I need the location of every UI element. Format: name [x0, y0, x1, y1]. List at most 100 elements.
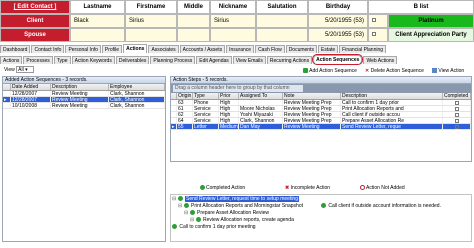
subtab-planning-process[interactable]: Planning Process — [150, 56, 196, 64]
spouse-label: Spouse — [0, 28, 70, 42]
legend-completed: Completed Action — [200, 184, 245, 192]
col-assigned-to[interactable]: Assigned To — [239, 93, 283, 99]
subtab-action-sequences[interactable]: Action Sequences — [312, 54, 364, 65]
x-icon: ✖ — [285, 185, 290, 191]
tree-node[interactable]: Call client if outside account informati… — [321, 203, 441, 210]
completed-checkbox[interactable] — [443, 112, 471, 117]
subtab-web-actions[interactable]: Web Actions — [363, 56, 398, 64]
subtab-view-emails[interactable]: View Emails — [232, 56, 266, 64]
tree-node[interactable]: ⊟ Send Review Letter, request time to se… — [172, 196, 299, 203]
subtab-type[interactable]: Type — [53, 56, 71, 64]
chevron-down-icon: ▾ — [25, 67, 28, 74]
checkbox-icon — [455, 124, 459, 129]
col-origin[interactable]: Origin — [177, 93, 193, 99]
completed-checkbox[interactable] — [443, 100, 471, 105]
table-cell: Send Review Letter, reque — [341, 124, 443, 129]
tab-profile[interactable]: Profile — [101, 45, 123, 53]
subtab-processes[interactable]: Processes — [23, 56, 53, 64]
completed-checkbox[interactable] — [443, 124, 471, 129]
col-firstname: Firstname — [125, 0, 177, 14]
action-steps-header: Origin Type Prior Assigned To Note Descr… — [171, 93, 471, 100]
tree-node[interactable]: ⊟ Prepare Asset Allocation Review — [184, 210, 269, 217]
col-completed[interactable]: Completed — [443, 93, 471, 99]
table-cell: Call client if outside accou — [341, 112, 443, 117]
tree-node[interactable]: ⊟ Print Allocation Reports and Morningst… — [178, 203, 303, 210]
col-employee[interactable]: Employee — [109, 84, 165, 90]
tab-accounts-assets[interactable]: Accounts / Assets — [179, 45, 226, 53]
collapse-icon: ⊟ — [172, 196, 177, 202]
subtab-actions[interactable]: Actions — [0, 56, 23, 64]
table-cell: Phone — [193, 100, 219, 105]
table-cell: Letter — [193, 124, 219, 129]
col-date-added[interactable]: Date Added — [11, 84, 51, 90]
tab-cash-flow[interactable]: Cash Flow — [255, 45, 285, 53]
edit-contact-link[interactable]: [ Edit Contact ] — [0, 0, 70, 14]
sequence-tree: ⊟ Send Review Letter, request time to se… — [170, 194, 472, 242]
client-lastname[interactable]: Black — [70, 14, 125, 28]
tree-node[interactable]: Call to confirm 1 day prior meeting — [172, 224, 256, 231]
col-description[interactable]: Description — [51, 84, 109, 90]
check-icon — [195, 217, 201, 223]
view-action-button[interactable]: View Action — [432, 67, 464, 75]
table-cell: Yoshi Miyazaki — [239, 112, 283, 117]
delete-sequence-button[interactable]: ✕ Delete Action Sequence — [365, 67, 424, 75]
legend-not-added: Action Not Added — [360, 184, 405, 192]
spouse-nickname[interactable] — [210, 28, 256, 42]
check-icon — [321, 203, 326, 209]
added-sequences-header: Date Added Description Employee — [3, 84, 165, 91]
spouse-firstname[interactable] — [125, 28, 177, 42]
table-cell: Review Meeting Prep — [283, 100, 341, 105]
tab-dashboard[interactable]: Dashboard — [0, 45, 31, 53]
table-cell: Review Meeting Prep — [283, 112, 341, 117]
table-cell: 62 — [177, 112, 193, 117]
col-prior[interactable]: Prior — [219, 93, 239, 99]
check-icon — [172, 224, 177, 230]
check-icon — [183, 203, 189, 209]
group-by-area[interactable]: Drag a column header here to group by th… — [171, 84, 471, 93]
spouse-lastname[interactable] — [70, 28, 125, 42]
table-row[interactable]: 10/10/2008 Review Meeting Clark, Shannon — [3, 103, 165, 109]
col-type[interactable]: Type — [193, 93, 219, 99]
table-row[interactable]: ▸ 55 Letter Medium Dan May Review Meeting Send… — [171, 124, 471, 130]
subtab-edit-agendas[interactable]: Edit Agendas — [196, 56, 232, 64]
add-sequence-button[interactable]: Add Action Sequence — [303, 67, 357, 75]
table-cell: Moore Nicholas — [239, 106, 283, 111]
col-note[interactable]: Note — [283, 93, 341, 99]
client-salutation[interactable] — [256, 14, 308, 28]
spouse-salutation[interactable] — [256, 28, 308, 42]
tree-node[interactable]: ⊟ Review Allocation reports, create agen… — [190, 217, 294, 224]
table-cell: Service — [193, 106, 219, 111]
col-middle: Middle — [177, 0, 210, 14]
subtab-recurring-actions[interactable]: Recurring Actions — [266, 56, 313, 64]
client-middle[interactable] — [177, 14, 210, 28]
completed-checkbox[interactable] — [443, 118, 471, 123]
spouse-birthday[interactable]: 5/20/1955 (53) — [308, 28, 368, 42]
delete-icon: ✕ — [365, 68, 370, 74]
tab-insurance[interactable]: Insurance — [226, 45, 255, 53]
tab-associates[interactable]: Associates — [148, 45, 179, 53]
spouse-blist-checkbox[interactable] — [368, 28, 388, 42]
tab-personal-info[interactable]: Personal Info — [65, 45, 101, 53]
col-nickname: Nickname — [210, 0, 256, 14]
view-select[interactable]: All ▾ — [16, 66, 35, 74]
tab-documents[interactable]: Documents — [285, 45, 317, 53]
client-birthday[interactable]: 5/20/1955 (53) — [308, 14, 368, 28]
tab-contact-info[interactable]: Contact Info — [31, 45, 65, 53]
tab-actions[interactable]: Actions — [123, 44, 148, 53]
tab-estate[interactable]: Estate — [317, 45, 339, 53]
table-cell: 55 — [177, 124, 193, 129]
check-icon — [189, 210, 195, 216]
col-description[interactable]: Description — [341, 93, 443, 99]
completed-checkbox[interactable] — [443, 106, 471, 111]
subtab-action-keywords[interactable]: Action Keywords — [71, 56, 115, 64]
table-cell: 64 — [177, 118, 193, 123]
spouse-middle[interactable] — [177, 28, 210, 42]
table-cell: Dan May — [239, 124, 283, 129]
table-cell: High — [219, 100, 239, 105]
client-firstname[interactable]: Sirius — [125, 14, 177, 28]
subtab-deliverables[interactable]: Deliverables — [115, 56, 150, 64]
client-blist-checkbox[interactable] — [368, 14, 388, 28]
table-cell: 63 — [177, 100, 193, 105]
client-nickname[interactable]: Sirius — [210, 14, 256, 28]
tab-financial-planning[interactable]: Financial Planning — [339, 45, 387, 53]
